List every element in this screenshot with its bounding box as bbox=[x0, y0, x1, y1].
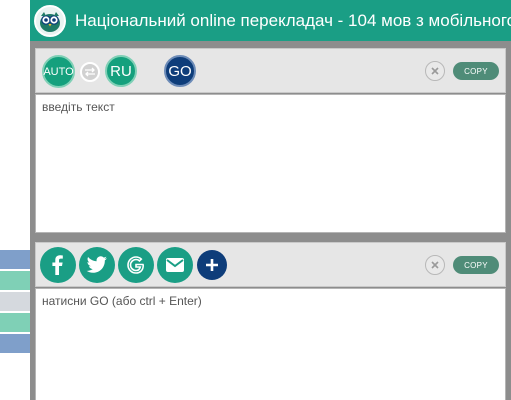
swap-icon bbox=[85, 67, 95, 77]
share-more-button[interactable] bbox=[197, 250, 227, 280]
clear-result-button[interactable] bbox=[425, 255, 445, 275]
plus-icon bbox=[206, 259, 218, 271]
facebook-icon bbox=[52, 255, 63, 275]
app-header: Національний online перекладач - 104 мов… bbox=[30, 0, 511, 41]
translator-app: Національний online перекладач - 104 мов… bbox=[30, 0, 511, 400]
left-strip bbox=[0, 292, 30, 311]
source-text-input[interactable]: введіть текст bbox=[35, 94, 506, 233]
result-toolbar: COPY bbox=[35, 242, 506, 287]
share-google-button[interactable] bbox=[118, 247, 154, 283]
owl-logo-icon[interactable] bbox=[34, 4, 66, 37]
google-icon bbox=[127, 256, 145, 274]
twitter-icon bbox=[86, 256, 107, 273]
left-strip bbox=[0, 250, 30, 269]
share-facebook-button[interactable] bbox=[40, 247, 76, 283]
copy-result-button[interactable]: COPY bbox=[453, 256, 499, 274]
clear-source-button[interactable] bbox=[425, 61, 445, 81]
share-twitter-button[interactable] bbox=[79, 247, 115, 283]
result-text-output[interactable]: натисни GO (або ctrl + Enter) bbox=[35, 288, 506, 400]
page-title: Національний online перекладач - 104 мов… bbox=[75, 10, 511, 30]
swap-languages-button[interactable] bbox=[80, 62, 100, 82]
left-strip bbox=[0, 313, 30, 332]
mail-icon bbox=[166, 258, 184, 272]
share-mail-button[interactable] bbox=[157, 247, 193, 283]
auto-detect-button[interactable]: AUTO bbox=[42, 55, 75, 88]
close-icon bbox=[431, 67, 439, 75]
go-translate-button[interactable]: GO bbox=[164, 55, 196, 87]
source-toolbar: AUTO RU GO COPY bbox=[35, 48, 506, 93]
left-edge-strips bbox=[0, 250, 30, 355]
target-language-button[interactable]: RU bbox=[105, 55, 137, 87]
close-icon bbox=[431, 261, 439, 269]
left-strip bbox=[0, 334, 30, 353]
copy-source-button[interactable]: COPY bbox=[453, 62, 499, 80]
left-strip bbox=[0, 271, 30, 290]
